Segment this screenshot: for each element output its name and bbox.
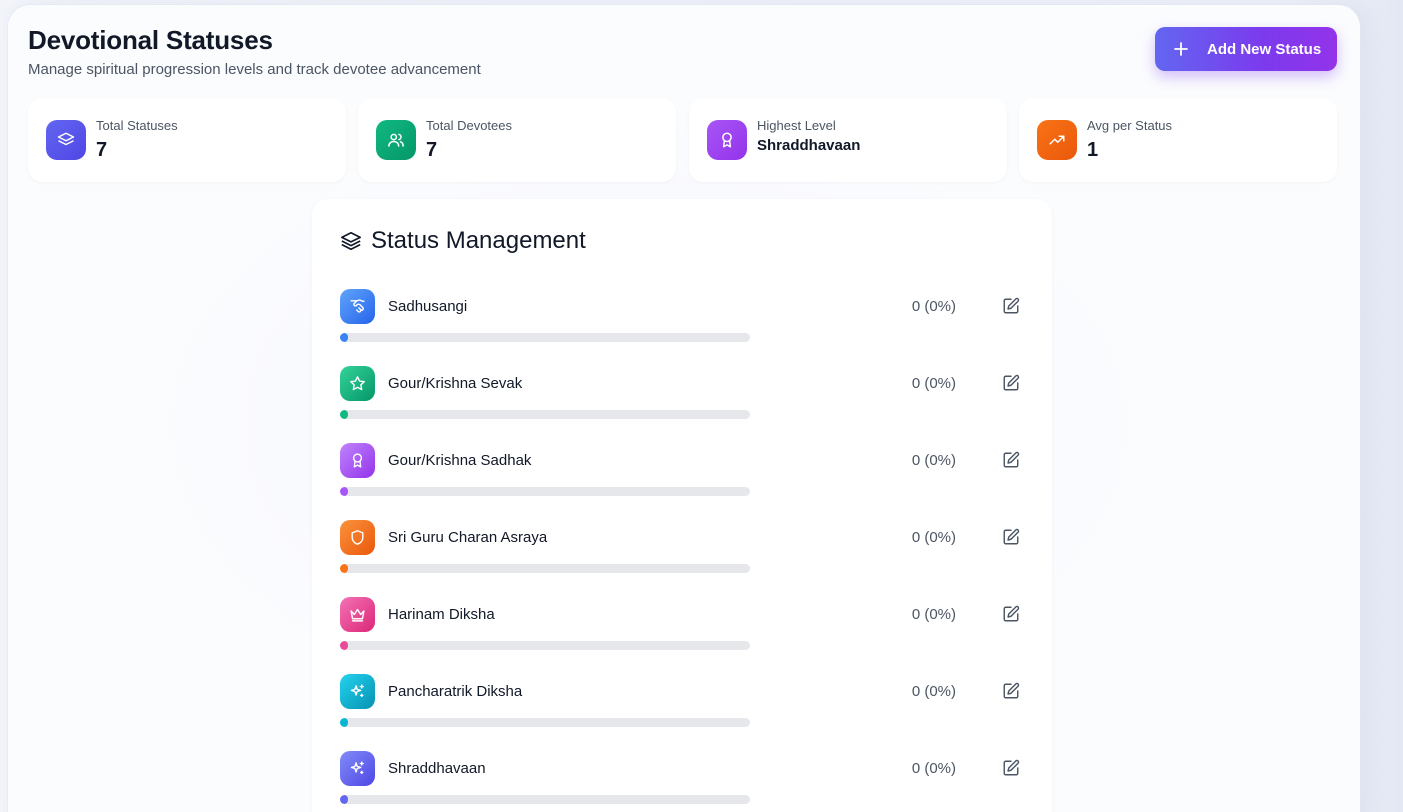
- award-icon: [340, 443, 375, 478]
- status-count: 0 (0%): [911, 375, 956, 392]
- sparkles-icon: [340, 674, 375, 709]
- edit-icon[interactable]: [1002, 682, 1020, 700]
- stat-label: Avg per Status: [1087, 118, 1173, 133]
- status-row-gour-krishna-sadhak: Gour/Krishna Sadhak 0 (0%): [340, 443, 1024, 499]
- edit-icon[interactable]: [1002, 451, 1020, 469]
- stat-card-total-statuses: Total Statuses 7: [28, 98, 346, 182]
- status-count: 0 (0%): [911, 683, 956, 700]
- stat-value: 7: [96, 139, 108, 161]
- edit-icon[interactable]: [1002, 605, 1020, 623]
- page-subtitle: Manage spiritual progression levels and …: [28, 61, 481, 78]
- status-count: 0 (0%): [911, 529, 956, 546]
- sparkles-icon: [340, 751, 375, 786]
- status-row-sri-guru-charan-asraya: Sri Guru Charan Asraya 0 (0%): [340, 520, 1024, 576]
- status-management-card: Status Management Sadhusangi 0 (0%) Gour…: [312, 199, 1052, 812]
- shield-icon: [340, 520, 375, 555]
- stat-value: 1: [1087, 139, 1099, 161]
- status-progress-fill: [340, 641, 348, 650]
- status-progress-track: [340, 564, 750, 573]
- stat-label: Total Statuses: [96, 118, 178, 133]
- status-progress-track: [340, 641, 750, 650]
- status-name: Sadhusangi: [388, 298, 468, 315]
- status-name: Pancharatrik Diksha: [388, 683, 523, 700]
- status-row-sadhusangi: Sadhusangi 0 (0%): [340, 289, 1024, 345]
- status-progress-fill: [340, 410, 348, 419]
- crown-icon: [340, 597, 375, 632]
- stat-card-highest-level: Highest Level Shraddhavaan: [689, 98, 1007, 182]
- stat-card-avg-per-status: Avg per Status 1: [1019, 98, 1337, 182]
- status-management-title: Status Management: [371, 227, 586, 254]
- status-count: 0 (0%): [911, 760, 956, 777]
- stat-value: Shraddhavaan: [757, 137, 861, 154]
- status-progress-track: [340, 718, 750, 727]
- status-name: Sri Guru Charan Asraya: [388, 529, 548, 546]
- star-icon: [340, 366, 375, 401]
- plus-icon: [1174, 42, 1188, 56]
- status-progress-fill: [340, 564, 348, 573]
- status-count: 0 (0%): [911, 606, 956, 623]
- handshake-icon: [340, 289, 375, 324]
- status-progress-fill: [340, 718, 348, 727]
- status-count: 0 (0%): [911, 298, 956, 315]
- status-progress-fill: [340, 487, 348, 496]
- trending-up-icon: [1037, 120, 1077, 160]
- status-row-harinam-diksha: Harinam Diksha 0 (0%): [340, 597, 1024, 653]
- stat-label: Highest Level: [757, 118, 836, 133]
- edit-icon[interactable]: [1002, 374, 1020, 392]
- status-row-shraddhavaan: Shraddhavaan 0 (0%): [340, 751, 1024, 807]
- edit-icon[interactable]: [1002, 297, 1020, 315]
- status-name: Gour/Krishna Sevak: [388, 375, 523, 392]
- layers-icon: [46, 120, 86, 160]
- status-management-header: Status Management: [340, 227, 586, 255]
- status-name: Gour/Krishna Sadhak: [388, 452, 532, 469]
- award-icon: [707, 120, 747, 160]
- status-progress-track: [340, 333, 750, 342]
- add-new-status-button[interactable]: Add New Status: [1155, 27, 1337, 71]
- stat-label: Total Devotees: [426, 118, 512, 133]
- stat-value: 7: [426, 139, 438, 161]
- status-name: Harinam Diksha: [388, 606, 495, 623]
- edit-icon[interactable]: [1002, 759, 1020, 777]
- users-icon: [376, 120, 416, 160]
- status-row-pancharatrik-diksha: Pancharatrik Diksha 0 (0%): [340, 674, 1024, 730]
- status-progress-track: [340, 795, 750, 804]
- status-progress-track: [340, 410, 750, 419]
- add-new-status-label: Add New Status: [1207, 40, 1322, 58]
- layers-icon: [341, 231, 361, 251]
- status-progress-fill: [340, 333, 348, 342]
- status-progress-fill: [340, 795, 348, 804]
- edit-icon[interactable]: [1002, 528, 1020, 546]
- status-row-gour-krishna-sevak: Gour/Krishna Sevak 0 (0%): [340, 366, 1024, 422]
- stat-card-total-devotees: Total Devotees 7: [358, 98, 676, 182]
- status-count: 0 (0%): [911, 452, 956, 469]
- status-name: Shraddhavaan: [388, 760, 486, 777]
- status-progress-track: [340, 487, 750, 496]
- page-title: Devotional Statuses: [28, 25, 273, 55]
